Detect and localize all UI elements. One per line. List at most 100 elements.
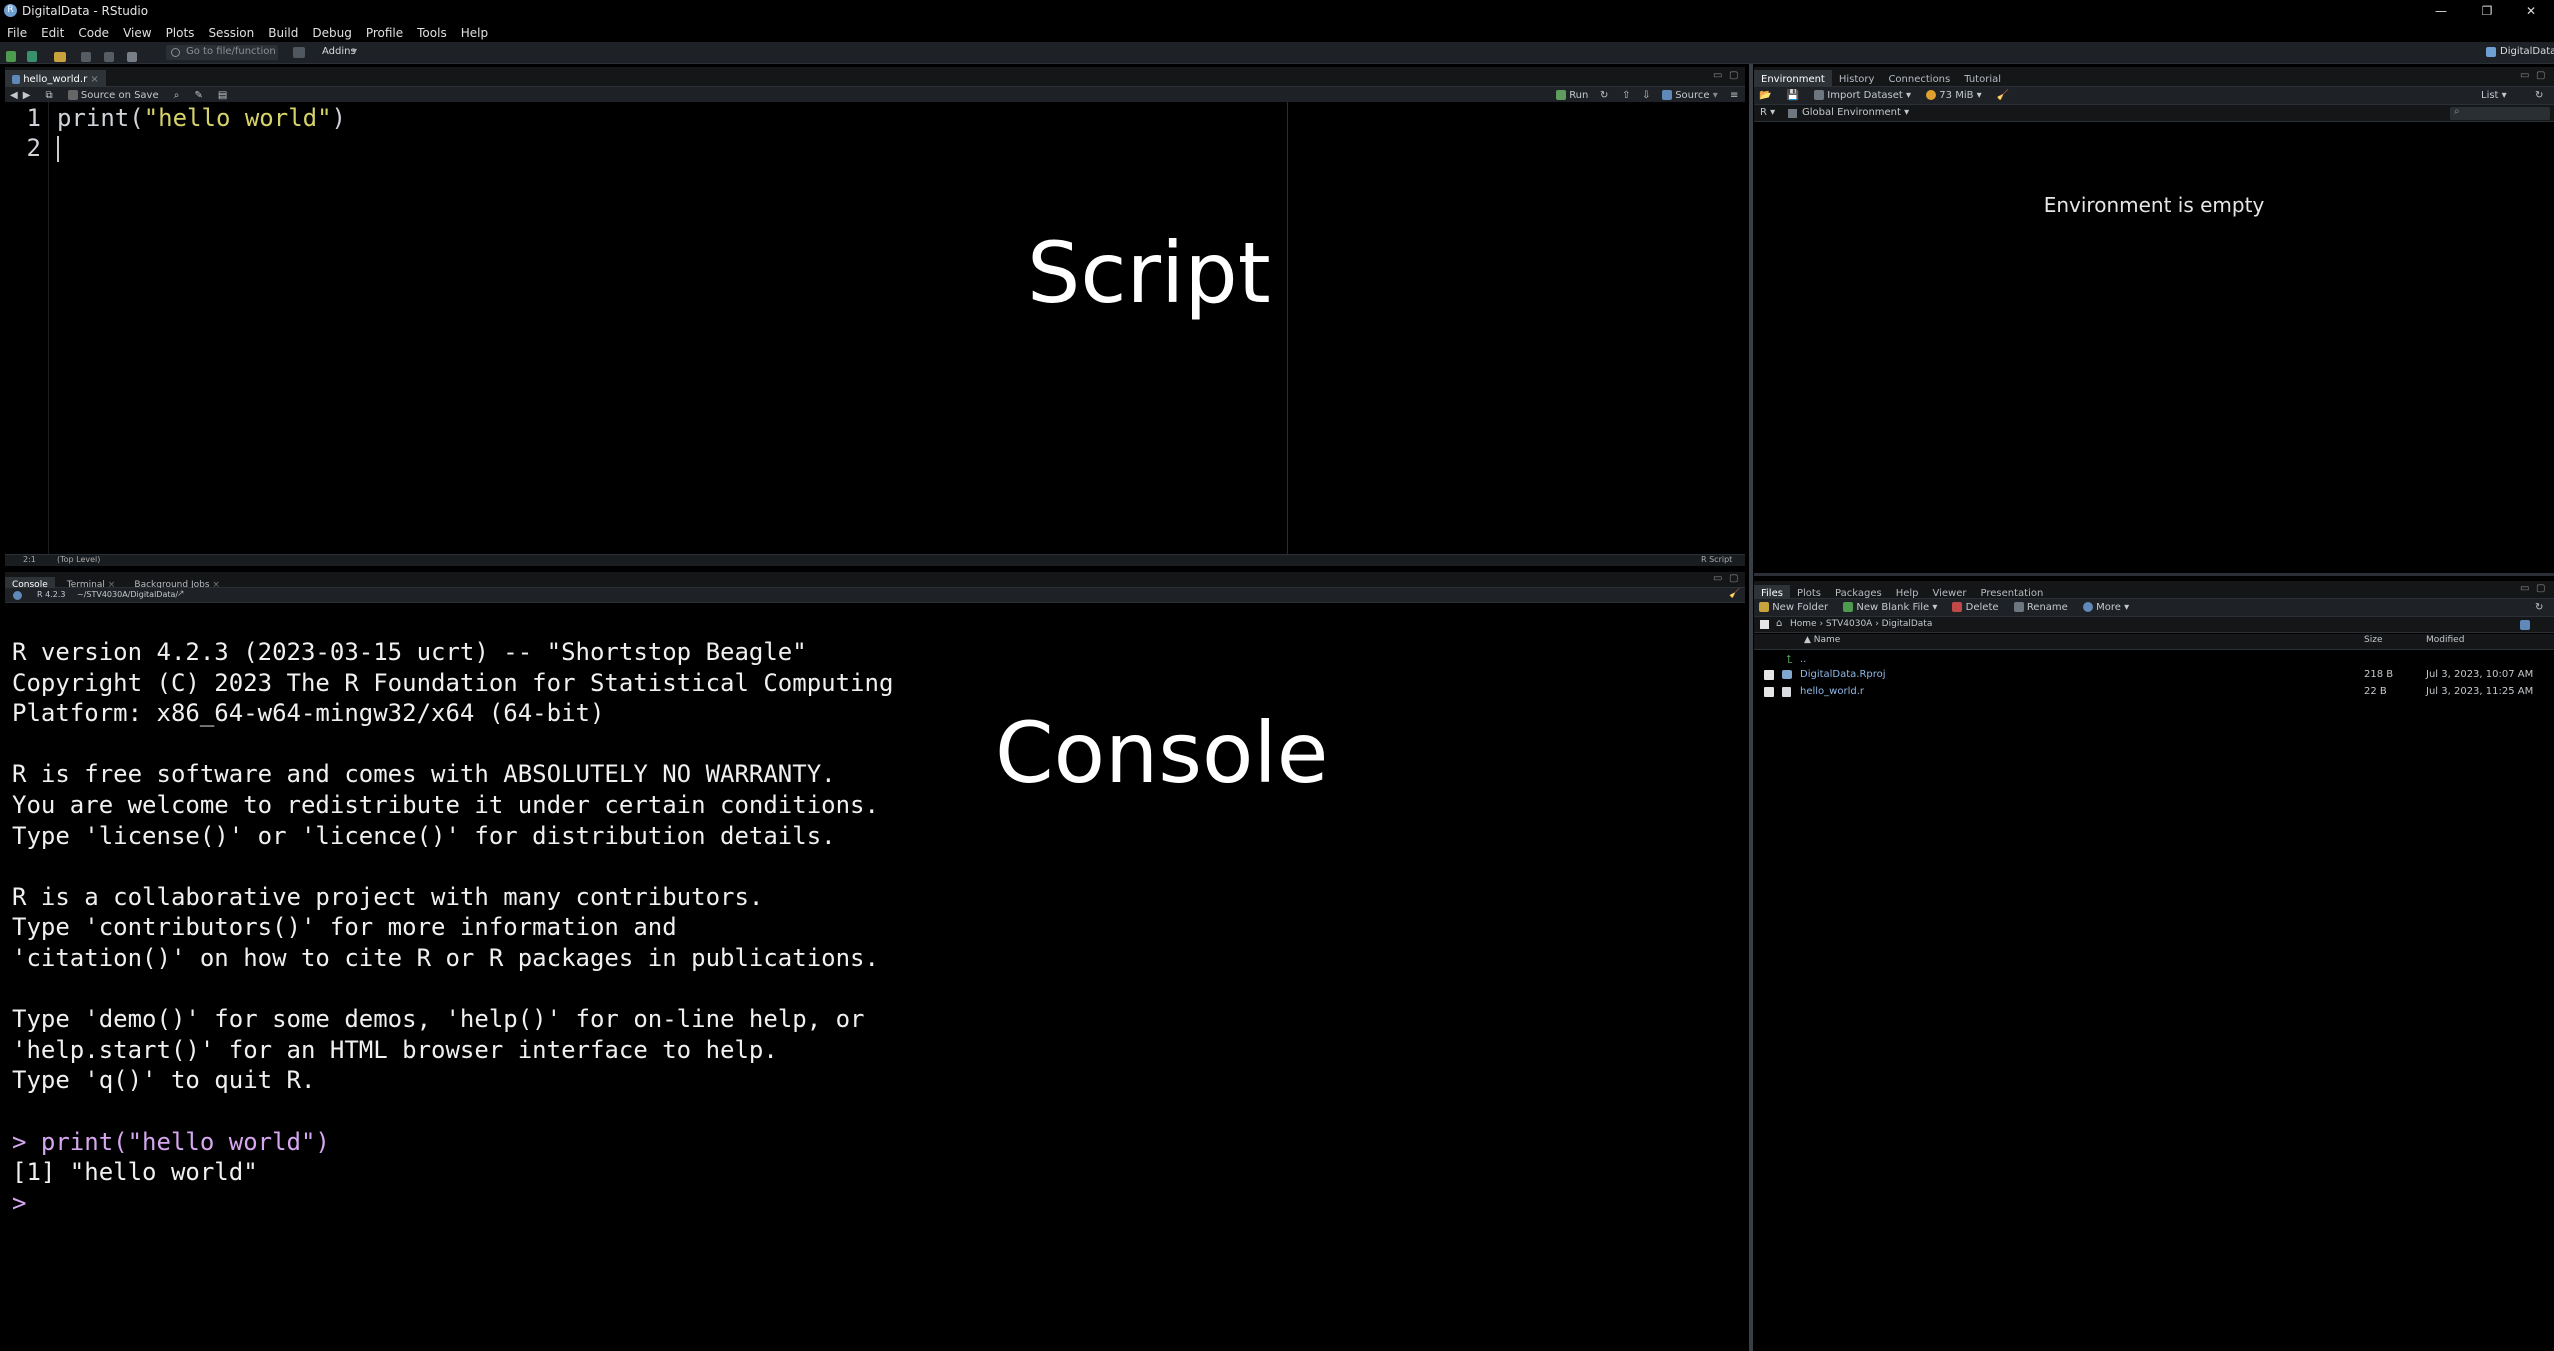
goto-directory-icon[interactable]: ↗ bbox=[177, 589, 185, 599]
console-pathbar: R 4.2.3 ~/STV4030A/DigitalData/ ↗ 🧹 bbox=[5, 588, 1745, 603]
environment-tabbar: Environment History Connections Tutorial ▭ … bbox=[1754, 67, 2554, 90]
console-text: R version 4.2.3 (2023-03-15 ucrt) -- "Sh… bbox=[12, 638, 894, 1219]
save-icon[interactable] bbox=[81, 51, 92, 62]
load-workspace-icon[interactable]: 📂 bbox=[1754, 87, 1776, 105]
search-icon: ⌕ bbox=[2454, 106, 2460, 117]
file-modified: Jul 3, 2023, 11:25 AM bbox=[2426, 686, 2534, 697]
r-logo-icon bbox=[13, 591, 22, 600]
refresh-icon[interactable]: ↻ bbox=[2530, 87, 2548, 105]
view-mode-dropdown[interactable]: List ▾ bbox=[2476, 87, 2512, 105]
console-output[interactable]: R version 4.2.3 (2023-03-15 ucrt) -- "Sh… bbox=[5, 604, 1745, 1351]
menu-bar: File Edit Code View Plots Session Build Debug Pr… bbox=[0, 22, 2554, 42]
console-overlay-label: Console bbox=[995, 704, 1329, 802]
cursor-position: 2:1 bbox=[23, 555, 36, 564]
run-icon bbox=[1556, 90, 1566, 100]
new-folder-button[interactable]: New Folder bbox=[1754, 599, 1833, 617]
minimize-pane-icon[interactable]: ▭ bbox=[1713, 573, 1722, 584]
menu-edit[interactable]: Edit bbox=[34, 23, 71, 43]
close-tab-icon[interactable]: × bbox=[90, 74, 98, 85]
minimize-button[interactable]: — bbox=[2418, 2, 2464, 20]
environment-empty-message: Environment is empty bbox=[2043, 193, 2265, 217]
column-modified[interactable]: Modified bbox=[2426, 635, 2464, 645]
working-directory[interactable]: ~/STV4030A/DigitalData/ bbox=[77, 590, 178, 599]
main-toolbar: Go to file/function Addins ▾ DigitalData bbox=[0, 42, 2554, 64]
r-file-icon bbox=[1782, 687, 1791, 697]
menu-tools[interactable]: Tools bbox=[410, 23, 454, 43]
save-workspace-icon[interactable]: 💾 bbox=[1782, 87, 1804, 105]
menu-profile[interactable]: Profile bbox=[359, 23, 410, 43]
language-dropdown[interactable]: R ▾ bbox=[1760, 107, 1775, 118]
source-tabbar: hello_world.r × ▭ ▢ bbox=[5, 67, 1745, 90]
scope-dropdown[interactable]: Global Environment ▾ bbox=[1802, 107, 1909, 118]
file-name[interactable]: hello_world.r bbox=[1800, 683, 1864, 700]
maximize-pane-icon[interactable]: ▢ bbox=[2536, 583, 2545, 594]
environment-content: Environment is empty bbox=[1754, 123, 2554, 573]
maximize-pane-icon[interactable]: ▢ bbox=[2536, 70, 2545, 81]
pane-splitter-horizontal[interactable] bbox=[1754, 573, 2554, 576]
table-row[interactable]: hello_world.r 22 B Jul 3, 2023, 11:25 AM bbox=[1754, 683, 2554, 700]
rproj-icon bbox=[1782, 670, 1792, 679]
menu-build[interactable]: Build bbox=[261, 23, 305, 43]
delete-button[interactable]: Delete bbox=[1947, 599, 2003, 617]
scope-indicator[interactable]: (Top Level) bbox=[57, 555, 100, 564]
pane-splitter-vertical[interactable] bbox=[1749, 64, 1753, 1351]
print-icon[interactable] bbox=[127, 51, 138, 62]
breadcrumb-stv4030a[interactable]: STV4030A bbox=[1826, 619, 1872, 629]
save-all-icon[interactable] bbox=[104, 51, 115, 62]
environment-search-input[interactable]: ⌕ bbox=[2450, 106, 2550, 120]
line-number: 2 bbox=[26, 134, 41, 162]
clear-console-icon[interactable]: 🧹 bbox=[1729, 589, 1740, 599]
row-checkbox[interactable] bbox=[1764, 687, 1774, 697]
table-row[interactable]: DigitalData.Rproj 218 B Jul 3, 2023, 10:… bbox=[1754, 666, 2554, 683]
minimize-pane-icon[interactable]: ▭ bbox=[2520, 70, 2529, 81]
menu-view[interactable]: View bbox=[116, 23, 158, 43]
minimize-pane-icon[interactable]: ▭ bbox=[1713, 70, 1722, 81]
breadcrumb-home[interactable]: Home bbox=[1790, 619, 1817, 629]
row-checkbox[interactable] bbox=[1764, 670, 1774, 680]
breadcrumb-digitaldata[interactable]: DigitalData bbox=[1882, 619, 1933, 629]
menu-session[interactable]: Session bbox=[201, 23, 261, 43]
project-menu[interactable]: DigitalData bbox=[2500, 46, 2554, 57]
refresh-icon[interactable]: ↻ bbox=[2530, 599, 2548, 617]
workspace-panes-icon[interactable] bbox=[293, 47, 305, 58]
rename-button[interactable]: Rename bbox=[2009, 599, 2073, 617]
close-button[interactable]: ✕ bbox=[2508, 2, 2554, 20]
minimize-pane-icon[interactable]: ▭ bbox=[2520, 583, 2529, 594]
select-all-checkbox[interactable] bbox=[1760, 620, 1769, 629]
column-size[interactable]: Size bbox=[2364, 635, 2382, 645]
file-name[interactable]: DigitalData.Rproj bbox=[1800, 666, 1886, 683]
new-blank-file-button[interactable]: New Blank File ▾ bbox=[1838, 599, 1942, 617]
new-file-icon[interactable] bbox=[6, 51, 16, 62]
addins-caret-icon: ▾ bbox=[352, 46, 358, 57]
go-to-wd-icon[interactable] bbox=[2520, 620, 2530, 630]
more-button[interactable]: More ▾ bbox=[2078, 599, 2134, 617]
menu-code[interactable]: Code bbox=[71, 23, 116, 43]
menu-help[interactable]: Help bbox=[454, 23, 495, 43]
files-breadcrumb: ⌂ Home › STV4030A › DigitalData bbox=[1754, 617, 2554, 633]
code-editor[interactable]: 1 2 print("hello world") Script bbox=[5, 102, 1745, 554]
restore-button[interactable]: ❐ bbox=[2464, 2, 2510, 20]
file-type-indicator[interactable]: R Script bbox=[1701, 555, 1732, 564]
source-caret-icon: ▾ bbox=[1712, 90, 1718, 101]
goto-file-input[interactable]: Go to file/function bbox=[166, 45, 278, 60]
memory-pie-icon bbox=[1926, 90, 1937, 100]
maximize-pane-icon[interactable]: ▢ bbox=[1729, 573, 1738, 584]
goto-arrow-icon bbox=[171, 48, 180, 57]
menu-debug[interactable]: Debug bbox=[305, 23, 358, 43]
file-size: 22 B bbox=[2364, 686, 2387, 697]
gear-icon bbox=[2082, 602, 2093, 612]
addins-menu[interactable]: Addins bbox=[322, 46, 356, 57]
memory-usage[interactable]: 73 MiB ▾ bbox=[1921, 87, 1987, 105]
files-tabbar: Files Plots Packages Help Viewer Presentation… bbox=[1754, 581, 2554, 603]
new-project-icon[interactable] bbox=[27, 51, 38, 62]
source-statusbar: 2:1 (Top Level) R Script bbox=[5, 554, 1745, 566]
menu-plots[interactable]: Plots bbox=[159, 23, 202, 43]
console-prompt[interactable]: > bbox=[12, 1188, 893, 1219]
home-icon[interactable]: ⌂ bbox=[1776, 618, 1782, 629]
open-folder-icon[interactable] bbox=[54, 51, 67, 62]
import-dataset-button[interactable]: Import Dataset ▾ bbox=[1809, 87, 1916, 105]
column-name[interactable]: ▲ Name bbox=[1804, 635, 1840, 645]
clear-environment-icon[interactable]: 🧹 bbox=[1992, 87, 2014, 105]
menu-file[interactable]: File bbox=[0, 23, 34, 43]
maximize-pane-icon[interactable]: ▢ bbox=[1729, 70, 1738, 81]
